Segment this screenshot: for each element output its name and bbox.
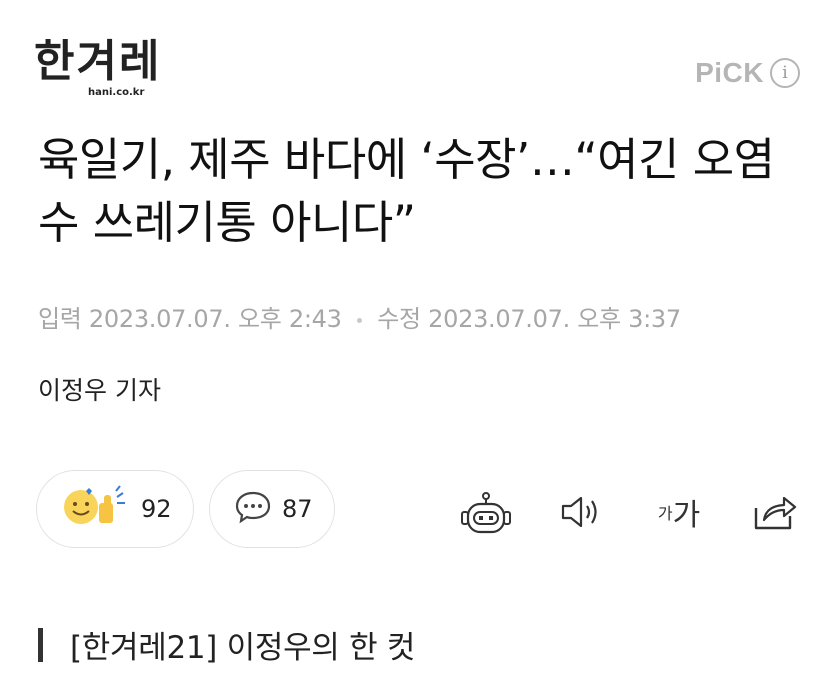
input-label: 입력 [38,305,82,333]
speaker-icon[interactable] [557,492,605,532]
subhead-text: [한겨레21] 이정우의 한 컷 [70,630,416,666]
reaction-button[interactable]: 92 [36,470,194,548]
subhead-bar [38,627,43,662]
comment-button[interactable]: 87 [209,470,335,548]
font-size-small-glyph: 가 [657,504,673,523]
article-subhead: [한겨레21] 이정우의 한 컷 [38,622,415,667]
font-size-big-glyph: 가 [672,498,701,533]
article-action-bar: 92 87 가 가 [0,470,837,552]
input-time: 2023.07.07. 오후 2:43 [88,305,342,333]
share-icon[interactable] [752,492,798,532]
pick-badge[interactable]: PiCK i [695,57,800,89]
reaction-count: 92 [141,495,172,523]
font-size-button[interactable]: 가 가 [652,492,706,533]
summary-bot-icon[interactable] [459,492,513,540]
article-title: 육일기, 제주 바다에 ‘수장’…“여긴 오염수 쓰레기통 아니다” [38,133,775,249]
info-icon[interactable]: i [770,58,800,88]
modified-label: 수정 [377,305,421,333]
logo-text: 한겨레 [34,36,162,87]
article-author[interactable]: 이정우 기자 [38,371,161,407]
separator-dot [356,317,362,323]
comment-count: 87 [282,495,313,523]
comment-icon [234,490,272,528]
pick-label: PiCK [695,57,764,88]
header: 한겨레 hani.co.kr PiCK i [0,0,837,110]
hankyoreh-logo[interactable]: 한겨레 hani.co.kr [34,40,161,100]
article-timestamps: 입력 2023.07.07. 오후 2:43 수정 2023.07.07. 오후… [38,299,681,334]
logo-domain: hani.co.kr [88,87,145,98]
reaction-emoji-icon [59,485,131,533]
modified-time: 2023.07.07. 오후 3:37 [428,305,681,333]
